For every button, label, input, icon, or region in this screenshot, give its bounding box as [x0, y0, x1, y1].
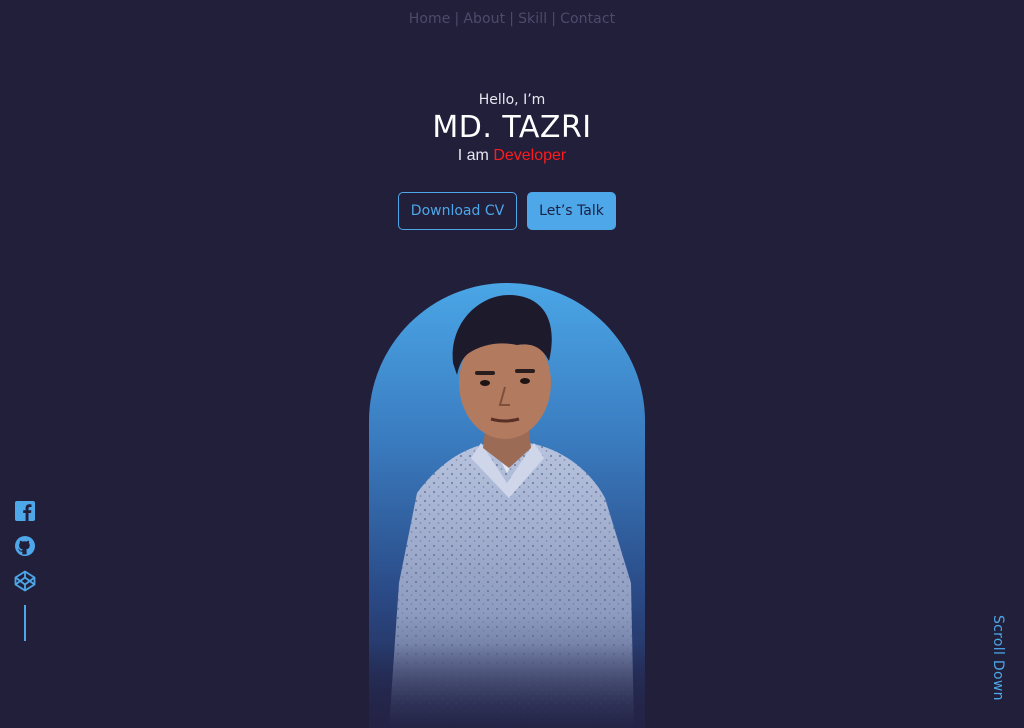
profile-portrait: [369, 283, 645, 728]
nav-skill-link[interactable]: Skill: [518, 11, 547, 27]
hero-name: MD. TAZRI: [432, 110, 592, 145]
github-icon[interactable]: [14, 535, 36, 557]
lets-talk-button[interactable]: Let’s Talk: [527, 192, 616, 230]
portrait-illustration: [369, 295, 645, 728]
social-divider-line: [24, 605, 26, 641]
greeting-text: Hello, I’m: [478, 92, 546, 108]
nav-home-link[interactable]: Home: [409, 11, 451, 27]
social-links: [14, 500, 38, 605]
role-prefix: I am: [457, 147, 489, 164]
top-nav: Home | About | Skill | Contact: [0, 11, 1024, 27]
nav-contact-link[interactable]: Contact: [560, 11, 615, 27]
page: Home | About | Skill | Contact Hello, I’m MD. …: [0, 0, 1024, 728]
nav-about-link[interactable]: About: [463, 11, 505, 27]
scroll-down-link[interactable]: Scroll Down: [990, 615, 1006, 701]
nav-separator: |: [454, 11, 460, 27]
role-line: I am Developer: [0, 147, 1024, 165]
nav-separator: |: [509, 11, 515, 27]
facebook-icon[interactable]: [14, 500, 36, 522]
nav-separator: |: [551, 11, 557, 27]
download-cv-button[interactable]: Download CV: [398, 192, 517, 230]
role-highlight: Developer: [493, 147, 567, 164]
codepen-icon[interactable]: [14, 570, 36, 592]
